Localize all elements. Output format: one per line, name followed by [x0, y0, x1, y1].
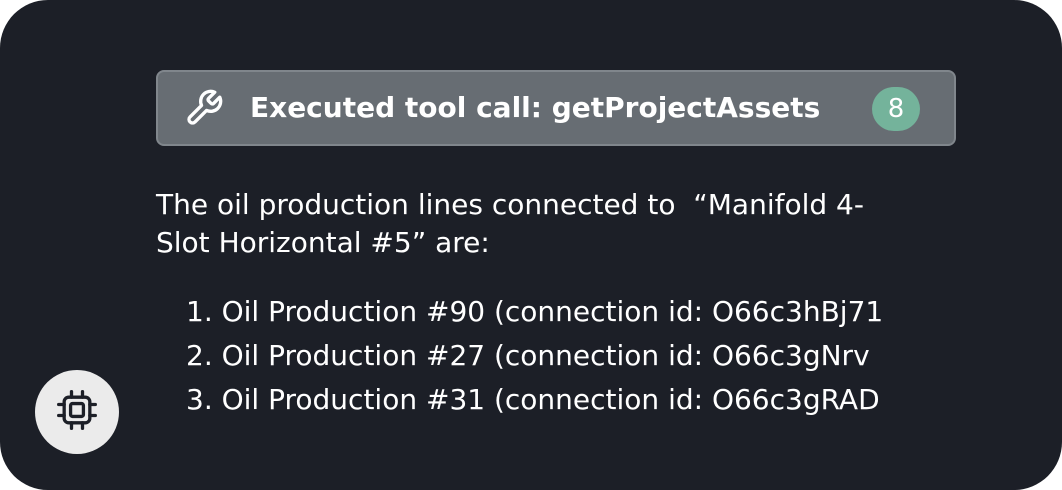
list-item: 3. Oil Production #31 (connection id: O6… — [186, 383, 880, 416]
assistant-avatar — [35, 370, 119, 454]
message-intro: The oil production lines connected to “M… — [156, 186, 976, 262]
message-intro-line: Slot Horizontal #5” are: — [156, 226, 490, 259]
chip-icon — [55, 388, 99, 436]
tool-call-count-badge: 8 — [872, 87, 920, 131]
tool-call-label: Executed tool call: getProjectAssets — [250, 91, 821, 124]
list-item: 1. Oil Production #90 (connection id: O6… — [186, 295, 884, 328]
tool-call-summary[interactable]: Executed tool call: getProjectAssets 8 — [156, 70, 956, 146]
list-item: 2. Oil Production #27 (connection id: O6… — [186, 339, 870, 372]
message-intro-line: The oil production lines connected to “M… — [156, 188, 864, 221]
chat-message-card: Executed tool call: getProjectAssets 8 T… — [0, 0, 1062, 490]
production-lines-list: 1. Oil Production #90 (connection id: O6… — [186, 290, 883, 422]
wrench-icon — [184, 88, 224, 128]
